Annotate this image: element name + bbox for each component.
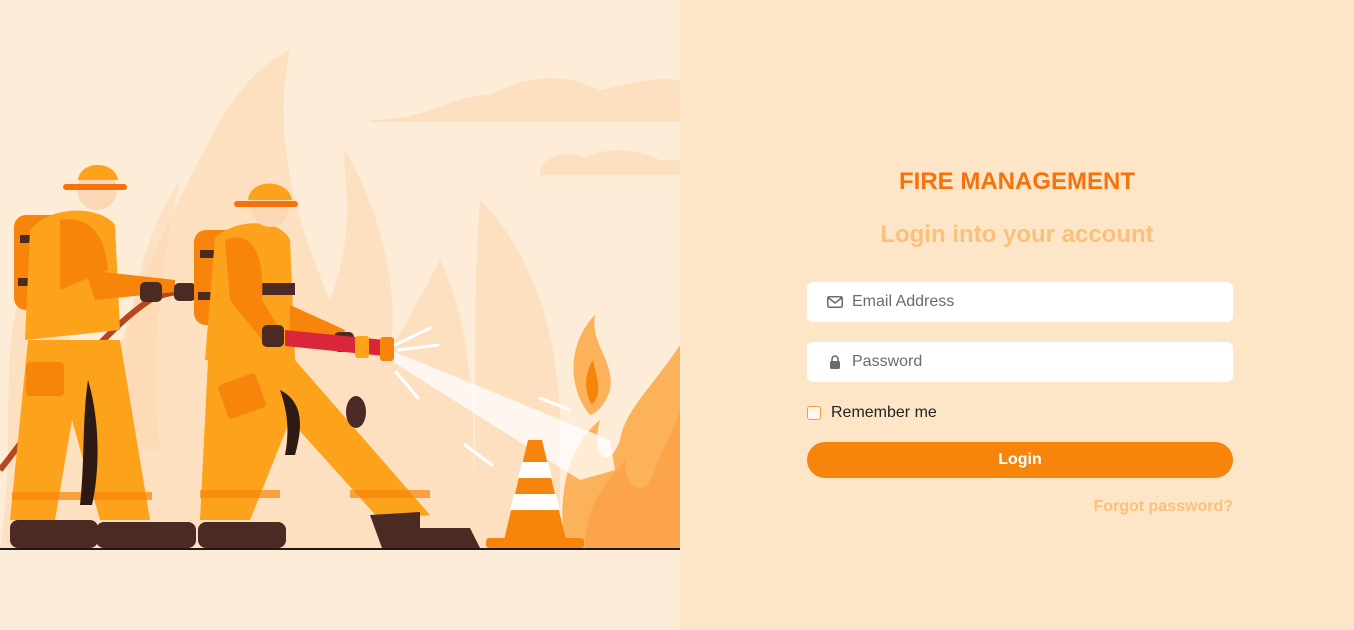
email-input[interactable] bbox=[852, 283, 1233, 321]
envelope-icon bbox=[826, 296, 844, 308]
password-input[interactable] bbox=[852, 343, 1233, 381]
brand-title: FIRE MANAGEMENT bbox=[899, 168, 1135, 195]
remember-me[interactable]: Remember me bbox=[807, 404, 937, 422]
email-field[interactable] bbox=[807, 282, 1233, 322]
illustration-panel bbox=[0, 0, 680, 630]
remember-me-checkbox[interactable] bbox=[807, 406, 821, 420]
remember-me-label: Remember me bbox=[831, 404, 937, 421]
login-button[interactable]: Login bbox=[807, 442, 1233, 478]
login-panel: FIRE MANAGEMENT Login into your account … bbox=[680, 0, 1354, 630]
login-subtitle: Login into your account bbox=[880, 221, 1154, 248]
forgot-password-link[interactable]: Forgot password? bbox=[1093, 498, 1233, 516]
lock-icon bbox=[826, 355, 844, 369]
firefighters-illustration bbox=[0, 50, 680, 550]
password-field[interactable] bbox=[807, 342, 1233, 382]
